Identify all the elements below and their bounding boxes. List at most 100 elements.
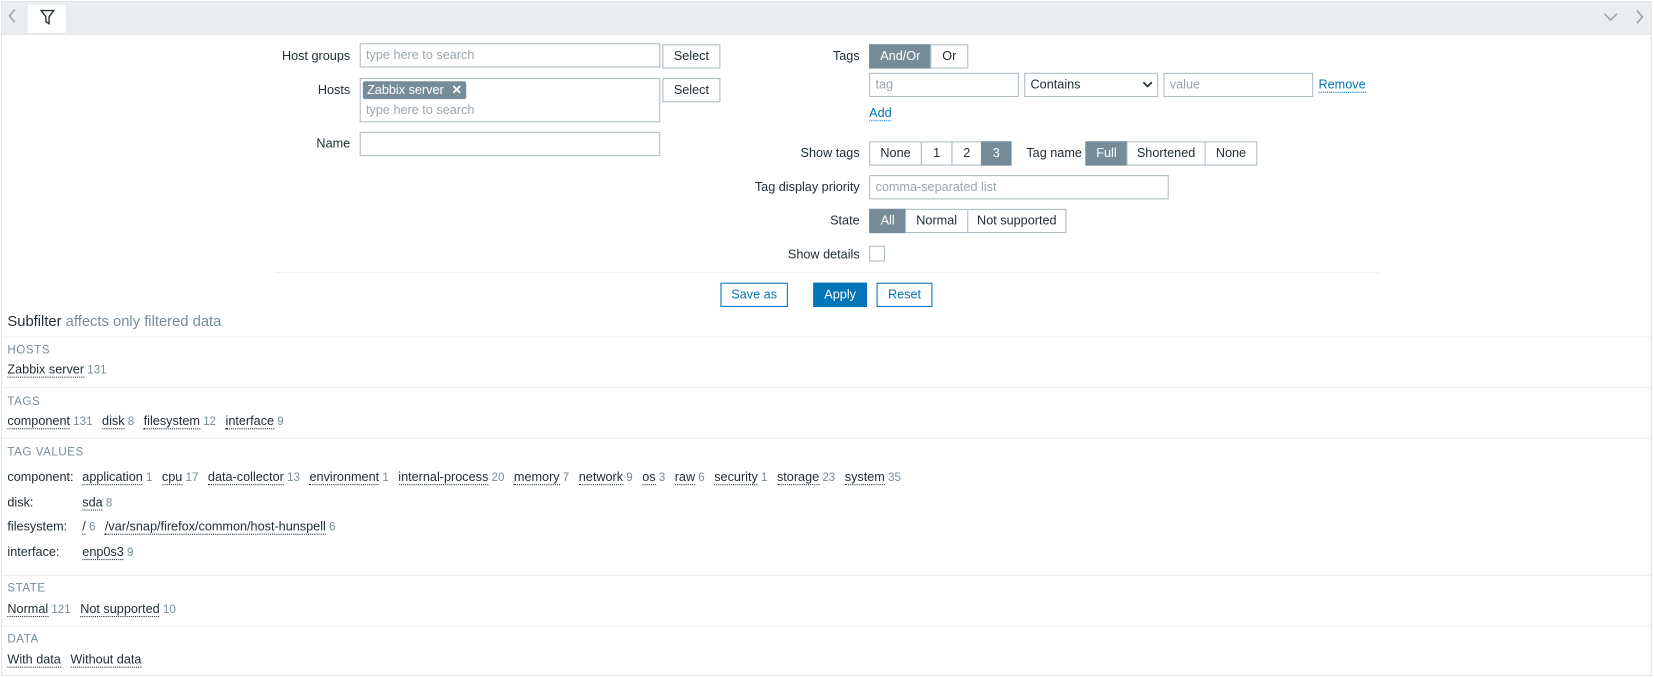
subfilter-item-count: 6 (698, 471, 705, 485)
host-groups-select-button[interactable]: Select (662, 44, 721, 69)
subfilter-item-count: 9 (126, 546, 134, 560)
subfilter-item-count: 9 (277, 415, 284, 429)
subfilter-item[interactable]: enp0s3 9 (82, 544, 134, 561)
subfilter-item[interactable]: With data (7, 651, 61, 668)
apply-button[interactable]: Apply (813, 282, 868, 307)
subfilter-item[interactable]: Zabbix server 131 (7, 361, 107, 378)
tag-name-full[interactable]: Full (1085, 141, 1128, 166)
tag-values-row-label: interface: (7, 544, 60, 560)
subfilter-item[interactable]: os 3 (642, 469, 665, 486)
subfilter-item[interactable]: filesystem 12 (144, 413, 216, 430)
show-tags-1[interactable]: 1 (920, 141, 953, 166)
subfilter-item-label: enp0s3 (82, 544, 124, 561)
subfilter-item-label: sda (82, 494, 103, 511)
host-chip-label: Zabbix server (367, 82, 444, 98)
remove-chip-icon[interactable]: ✕ (452, 82, 463, 97)
tag-priority-input[interactable]: comma-separated list (869, 175, 1169, 200)
subfilter-item-label: interface (225, 413, 275, 430)
show-details-label: Show details (787, 246, 860, 262)
subfilter-item-label: environment (309, 469, 380, 486)
tags-operator-and-or[interactable]: And/Or (869, 44, 932, 69)
subfilter-item[interactable]: network 9 (578, 469, 633, 486)
subfilter-item-label: Without data (70, 651, 142, 668)
tag-name-input[interactable]: tag (869, 72, 1019, 98)
divider (274, 272, 1379, 274)
subfilter-item[interactable]: Normal 121 (7, 601, 71, 618)
subfilter-item[interactable]: raw 6 (674, 469, 705, 486)
state-not-supported[interactable]: Not supported (967, 208, 1067, 234)
subfilter-item[interactable]: sda 8 (82, 494, 112, 511)
subfilter-item-count: 35 (888, 471, 901, 485)
show-tags-2[interactable]: 2 (951, 141, 983, 166)
host-groups-label: Host groups (281, 48, 351, 64)
subfilter-item[interactable]: memory 7 (513, 469, 569, 486)
show-tags-toggle: None 1 2 3 (869, 141, 1012, 166)
tag-name-none[interactable]: None (1204, 141, 1258, 166)
subfilter-item-count: 6 (328, 521, 336, 534)
subfilter-item[interactable]: system 35 (844, 469, 901, 486)
name-input[interactable] (359, 131, 661, 157)
tag-name-shortened[interactable]: Shortened (1126, 141, 1206, 166)
subfilter-item-label: Zabbix server (7, 361, 85, 378)
subfilter-item[interactable]: environment 1 (309, 469, 389, 486)
subfilter-item-count: 1 (145, 471, 153, 485)
tag-values-row-label: disk: (7, 494, 34, 510)
tab-filter[interactable] (26, 3, 68, 33)
host-chip: Zabbix server ✕ (362, 81, 467, 100)
save-as-button[interactable]: Save as (720, 282, 788, 307)
subfilter-item[interactable]: application 1 (82, 469, 153, 486)
remove-tag-link[interactable]: Remove (1318, 77, 1366, 93)
subfilter-item[interactable]: cpu 17 (161, 469, 199, 486)
subfilter-item[interactable]: interface 9 (225, 413, 284, 430)
subfilter-title: Subfilter (7, 312, 62, 330)
subfilter-item-label: system (844, 469, 885, 486)
chevron-down-icon[interactable] (1603, 11, 1618, 26)
subfilter-item[interactable]: internal-process 20 (398, 469, 504, 486)
subfilter-item[interactable]: security 1 (714, 469, 767, 486)
subfilter-item[interactable]: Not supported 10 (80, 601, 176, 618)
subfilter-item[interactable]: data-collector 13 (207, 469, 300, 486)
tag-value-input[interactable]: value (1163, 72, 1314, 98)
show-tags-3[interactable]: 3 (980, 141, 1012, 166)
chevron-left-icon[interactable] (7, 7, 18, 29)
show-tags-none[interactable]: None (869, 141, 922, 166)
tag-condition-select[interactable]: Contains (1024, 72, 1159, 98)
subfilter-item-label: security (714, 469, 758, 486)
tags-operator-or[interactable]: Or (930, 44, 969, 69)
reset-button[interactable]: Reset (876, 282, 933, 307)
tag-values-row-label: component: (7, 469, 74, 485)
subfilter-item-count: 121 (51, 603, 71, 617)
subfilter-item[interactable]: /var/snap/firefox/common/host-hunspell 6 (104, 518, 336, 535)
filter-icon (39, 9, 56, 28)
chevron-right-icon[interactable] (1634, 8, 1645, 28)
tag-values-row: disk: sda 8 (7, 494, 121, 511)
tags-label: Tags (832, 48, 860, 64)
hosts-select-button[interactable]: Select (662, 78, 721, 103)
subfilter-item-count: 23 (822, 471, 836, 485)
subfilter-item[interactable]: disk 8 (102, 413, 135, 430)
subfilter-item[interactable]: storage 23 (776, 469, 836, 486)
subfilter-item-label: Normal (7, 601, 49, 618)
subfilter-item-count: 1 (382, 471, 389, 485)
hosts-label: Hosts (317, 82, 351, 98)
subfilter-item-label: storage (776, 469, 820, 486)
state-normal[interactable]: Normal (905, 208, 969, 234)
subfilter-item-count: 10 (162, 603, 176, 617)
divider (2, 625, 1651, 627)
chevron-down-icon (1142, 74, 1153, 96)
subfilter-item-count: 9 (626, 471, 633, 485)
subfilter-item[interactable]: /6 (82, 518, 95, 535)
hosts-search-input[interactable]: type here to search (366, 102, 474, 118)
hosts-multiselect[interactable]: Zabbix server ✕ type here to search (359, 78, 661, 123)
host-groups-input[interactable]: type here to search (359, 43, 661, 68)
show-details-checkbox[interactable] (869, 245, 885, 262)
add-tag-link[interactable]: Add (869, 105, 892, 122)
divider (2, 387, 1651, 389)
subfilter-item-count: 8 (127, 415, 135, 429)
tag-priority-label: Tag display priority (754, 179, 860, 195)
subfilter-item[interactable]: Without data (70, 651, 142, 668)
subfilter-item[interactable]: component 131 (7, 413, 93, 430)
state-all[interactable]: All (869, 208, 907, 234)
tag-values-row: component: application 1 cpu 17 data-collecto… (7, 469, 910, 486)
subfilter-heading: Subfilter affects only filtered data (7, 312, 221, 329)
